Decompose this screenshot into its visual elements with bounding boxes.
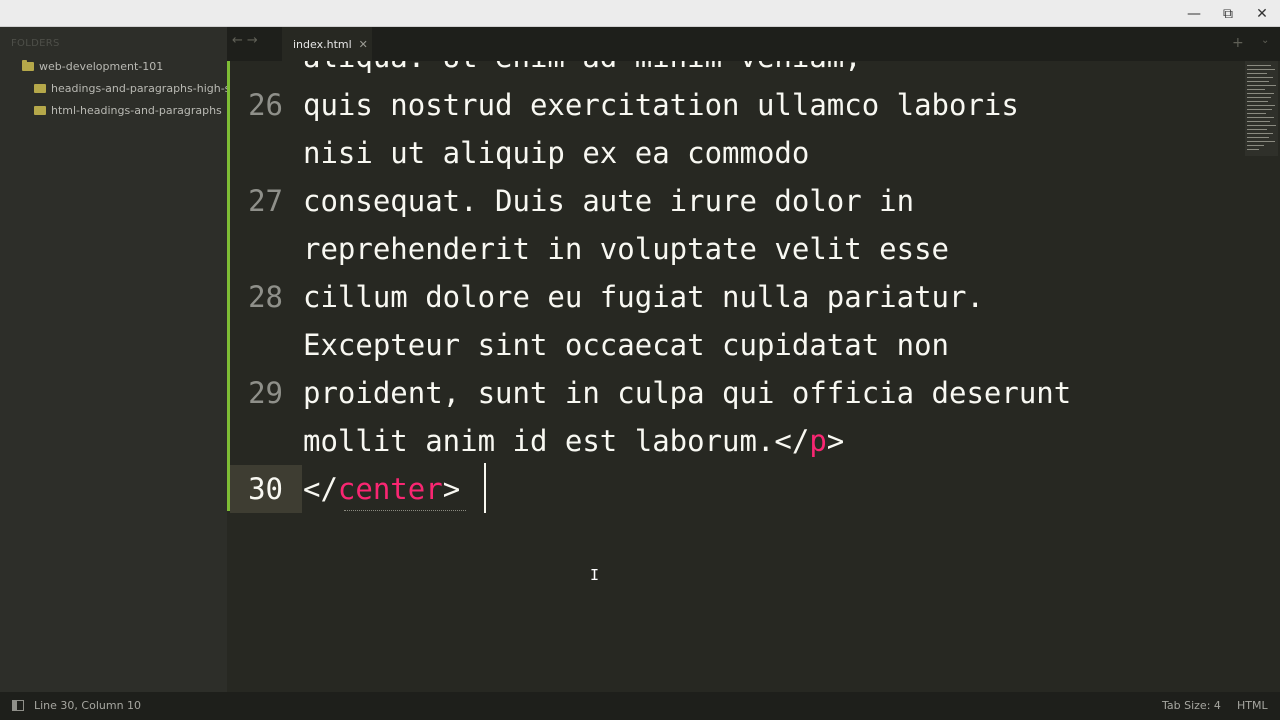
- code-text: >: [826, 424, 845, 458]
- line-number: 29: [248, 376, 283, 410]
- folder-icon: [34, 83, 46, 93]
- tab-label: index.html: [293, 37, 352, 51]
- folder-open-icon: [22, 59, 34, 71]
- html-tag-name: center: [337, 472, 443, 506]
- folders-header: FOLDERS: [11, 38, 60, 49]
- restore-icon: ⧉: [1223, 5, 1233, 22]
- mouse-ibeam-cursor: I: [590, 566, 600, 584]
- line-number: 26: [248, 88, 283, 122]
- tab-close-icon[interactable]: ✕: [359, 38, 368, 51]
- new-tab-icon[interactable]: +: [1232, 35, 1244, 51]
- panel-toggle-icon[interactable]: [12, 700, 24, 711]
- sidebar-item-label: html-headings-and-paragraphs: [51, 103, 222, 117]
- syntax-selector[interactable]: HTML: [1237, 699, 1268, 712]
- tag-match-underline: [344, 510, 466, 511]
- sidebar-item-html-headings-and-paragraphs[interactable]: html-headings-and-paragraphs: [34, 100, 222, 120]
- line-number-current: 30: [248, 472, 283, 506]
- close-window-button[interactable]: ✕: [1245, 0, 1279, 27]
- code-line-current: </center>: [303, 465, 460, 513]
- tab-overflow-icon[interactable]: ⌄: [1261, 35, 1269, 46]
- code-line: reprehenderit in voluptate velit esse: [303, 232, 950, 266]
- sidebar: FOLDERS web-development-101 headings-and…: [0, 27, 227, 692]
- back-arrow-icon[interactable]: ←: [232, 33, 247, 48]
- modified-lines-marker: [227, 61, 230, 511]
- tab-index-html[interactable]: index.html ✕: [282, 27, 372, 61]
- code-line: consequat. Duis aute irure dolor in: [303, 184, 915, 218]
- folder-icon: [34, 105, 46, 115]
- html-tag-name: p: [809, 424, 827, 458]
- code-text: </: [303, 472, 338, 506]
- minimize-button[interactable]: —: [1177, 0, 1211, 27]
- code-line: quis nostrud exercitation ullamco labori…: [303, 88, 1019, 122]
- code-line: Excepteur sint occaecat cupidatat non: [303, 328, 950, 362]
- window-title-bar: — ⧉ ✕: [0, 0, 1280, 27]
- sidebar-item-web-development-101[interactable]: web-development-101: [22, 56, 163, 76]
- line-number: 27: [248, 184, 283, 218]
- code-line: nisi ut aliquip ex ea commodo: [303, 136, 810, 170]
- status-bar: Line 30, Column 10 Tab Size: 4 HTML: [0, 692, 1280, 720]
- tab-bar: [227, 27, 1280, 61]
- code-line: cillum dolore eu fugiat nulla pariatur.: [303, 280, 984, 314]
- close-icon: ✕: [1256, 5, 1268, 22]
- forward-arrow-icon[interactable]: →: [247, 33, 262, 48]
- code-line: aliqua. Ut enim ad minim veniam,: [303, 61, 862, 81]
- code-text: mollit anim id est laborum.</: [303, 424, 810, 458]
- restore-button[interactable]: ⧉: [1211, 0, 1245, 27]
- tab-size-selector[interactable]: Tab Size: 4: [1162, 699, 1221, 712]
- sidebar-item-label: headings-and-paragraphs-high-sch: [51, 81, 227, 95]
- sidebar-item-headings-and-paragraphs-high-sch[interactable]: headings-and-paragraphs-high-sch: [34, 78, 227, 98]
- line-number: 28: [248, 280, 283, 314]
- text-cursor: [484, 463, 486, 513]
- code-text: >: [442, 472, 461, 506]
- tab-navigation: ←→: [232, 33, 262, 48]
- sidebar-item-label: web-development-101: [39, 59, 164, 73]
- minimap[interactable]: [1245, 61, 1278, 156]
- code-line: proident, sunt in culpa qui officia dese…: [303, 376, 1072, 410]
- cursor-position: Line 30, Column 10: [34, 699, 142, 712]
- code-editor[interactable]: 26 27 28 29 30 aliqua. Ut enim ad minim …: [227, 61, 1280, 692]
- minimize-icon: —: [1187, 5, 1201, 22]
- code-line: mollit anim id est laborum.</p>: [303, 417, 844, 465]
